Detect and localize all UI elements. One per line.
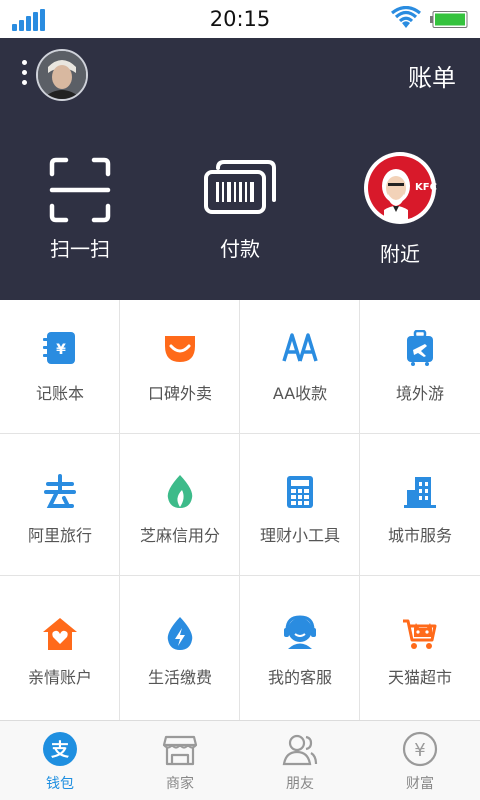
service-city-services[interactable]: 城市服务: [360, 434, 480, 576]
svg-text:¥: ¥: [414, 740, 425, 761]
tab-label: 钱包: [46, 776, 74, 792]
calculator-icon: [287, 476, 313, 508]
tmall-cart-icon: [403, 619, 437, 649]
ledger-icon: ¥: [43, 332, 75, 364]
store-icon: [162, 735, 198, 766]
service-sesame-credit[interactable]: 芝麻信用分: [120, 434, 240, 576]
utility-bill-icon: [167, 617, 193, 650]
service-customer-service[interactable]: 我的客服: [240, 576, 360, 720]
tab-wealth[interactable]: ¥ 财富: [360, 721, 480, 800]
tab-wallet[interactable]: 支 钱包: [0, 721, 120, 800]
bottom-tab-bar: 支 钱包 商家 朋友 ¥ 财富: [0, 720, 480, 800]
tab-label: 朋友: [286, 776, 314, 792]
service-label: 我的客服: [267, 668, 332, 687]
battery-icon: [430, 11, 468, 28]
service-koubei-takeout[interactable]: 口碑外卖: [120, 300, 240, 434]
service-utility-bills[interactable]: 生活缴费: [120, 576, 240, 720]
bill-link[interactable]: 账单: [408, 58, 456, 93]
svg-text:¥: ¥: [56, 342, 66, 358]
service-label: AA收款: [272, 384, 328, 403]
friends-icon: [282, 734, 318, 766]
wallet-icon: 支: [43, 732, 77, 766]
city-building-icon: [404, 477, 436, 508]
service-label: 城市服务: [387, 526, 452, 545]
scan-icon: [49, 157, 111, 223]
sesame-credit-icon: [167, 475, 193, 508]
service-finance-tools[interactable]: 理财小工具: [240, 434, 360, 576]
pay-button[interactable]: 付款: [160, 110, 320, 300]
service-label: 境外游: [395, 384, 444, 403]
service-overseas-travel[interactable]: 境外游: [360, 300, 480, 434]
tab-label: 财富: [406, 776, 434, 792]
avatar[interactable]: [36, 49, 88, 101]
tab-friends[interactable]: 朋友: [240, 721, 360, 800]
service-family-account[interactable]: 亲情账户: [0, 576, 120, 720]
svg-text:KFC: KFC: [415, 182, 437, 193]
more-vertical-icon[interactable]: [20, 60, 28, 88]
tab-label: 商家: [166, 776, 194, 792]
wallet-header: 账单: [0, 38, 480, 110]
aa-collect-icon: [282, 333, 318, 362]
wealth-icon: ¥: [402, 731, 438, 767]
luggage-icon: [407, 330, 433, 366]
services-grid: ¥ 记账本 口碑外卖 AA收款 境外游 阿里旅行 芝麻信用分 理财小工具 城市服…: [0, 300, 480, 720]
scan-button[interactable]: 扫一扫: [0, 110, 160, 300]
customer-service-icon: [284, 615, 316, 649]
tab-merchants[interactable]: 商家: [120, 721, 240, 800]
service-label: 芝麻信用分: [139, 526, 220, 545]
service-label: 亲情账户: [27, 668, 92, 687]
nearby-label: 附近: [380, 242, 420, 266]
barcode-pay-icon: [204, 160, 276, 214]
nearby-button[interactable]: KFC 附近: [320, 110, 480, 300]
wifi-icon: [391, 6, 421, 28]
svg-text:支: 支: [50, 739, 70, 761]
koubei-takeout-icon: [165, 336, 195, 362]
service-alitrip[interactable]: 阿里旅行: [0, 434, 120, 576]
service-aa-collect[interactable]: AA收款: [240, 300, 360, 434]
status-bar: 20:15: [0, 0, 480, 38]
service-label: 天猫超市: [387, 668, 452, 687]
kfc-logo-icon: KFC: [364, 152, 437, 224]
service-label: 阿里旅行: [27, 526, 92, 545]
service-tmall-market[interactable]: 天猫超市: [360, 576, 480, 720]
family-home-icon: [43, 618, 77, 650]
service-label: 理财小工具: [259, 526, 340, 545]
scan-label: 扫一扫: [50, 237, 110, 261]
alitrip-icon: [44, 474, 76, 508]
pay-label: 付款: [220, 237, 260, 261]
service-ledger[interactable]: ¥ 记账本: [0, 300, 120, 434]
service-label: 口碑外卖: [147, 384, 212, 403]
service-label: 生活缴费: [147, 668, 212, 687]
service-label: 记账本: [35, 384, 84, 403]
quick-actions: 扫一扫 付款 KFC 附近: [0, 110, 480, 300]
